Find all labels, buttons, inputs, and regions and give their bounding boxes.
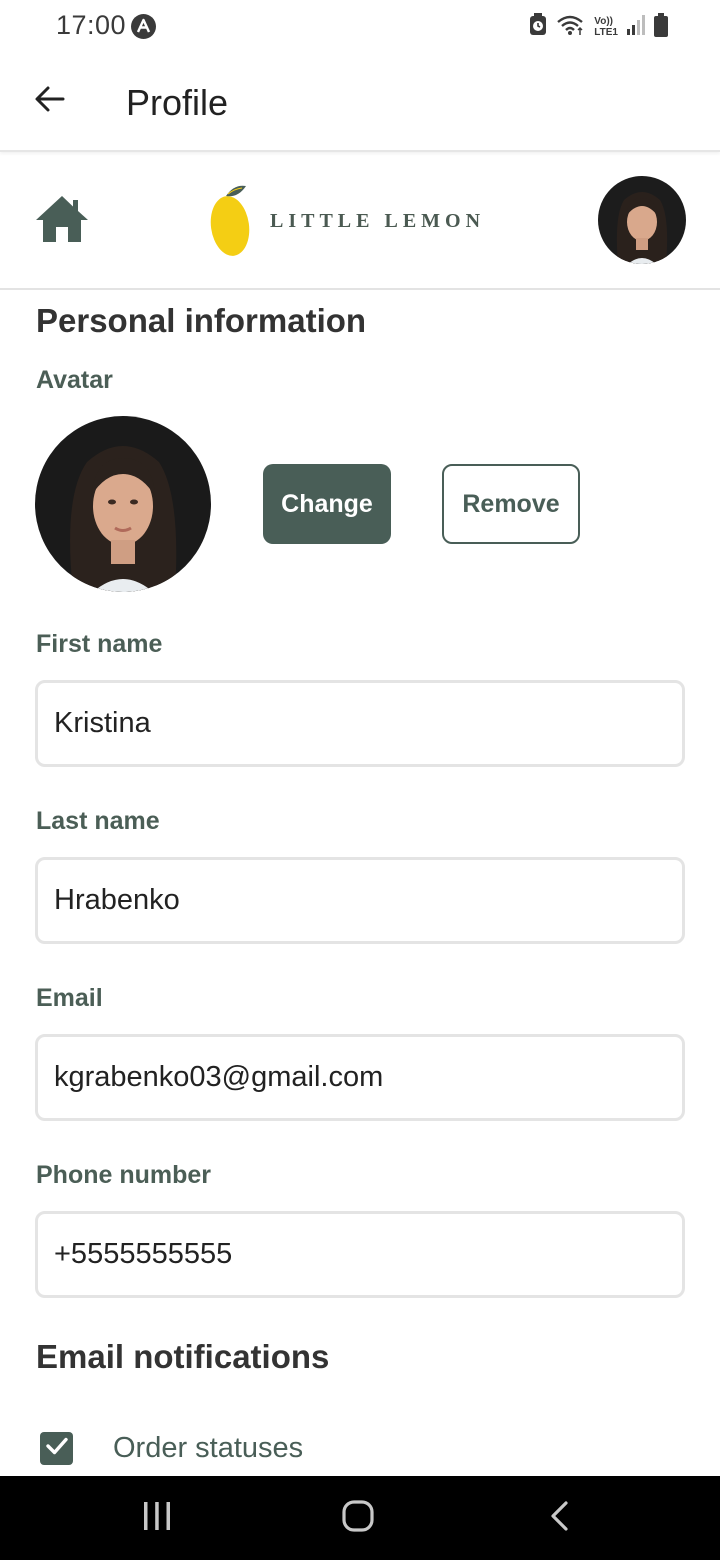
- battery-icon: [654, 12, 668, 42]
- app-bar: Profile: [0, 52, 720, 152]
- order-statuses-label: Order statuses: [113, 1431, 304, 1464]
- first-name-label: First name: [36, 630, 163, 658]
- phone-label: Phone number: [36, 1161, 212, 1189]
- email-field[interactable]: [38, 1037, 682, 1118]
- signal-icon: [626, 14, 646, 41]
- email-field-box: [35, 1034, 685, 1121]
- status-time: 17:00: [56, 10, 127, 40]
- arrow-left-icon: [34, 83, 66, 120]
- logo-text: LITTLE LEMON: [270, 210, 486, 232]
- header: LITTLE LEMON: [0, 154, 720, 290]
- page-title: Profile: [126, 82, 229, 123]
- avatar-label: Avatar: [36, 366, 113, 394]
- wifi-icon: [556, 14, 586, 41]
- order-statuses-checkbox[interactable]: [40, 1431, 73, 1465]
- volte-label: Vo)): [594, 16, 613, 27]
- lemon-icon: [208, 182, 256, 263]
- remove-avatar-button[interactable]: Remove: [442, 464, 580, 544]
- home-icon: [34, 196, 90, 250]
- checkmark-icon: [44, 1433, 70, 1464]
- back-chevron-icon: [548, 1500, 572, 1537]
- avatar: [35, 416, 211, 592]
- phone-field-box: [35, 1211, 685, 1298]
- phone-field[interactable]: [38, 1214, 682, 1295]
- first-name-field-box: [35, 680, 685, 767]
- home-button[interactable]: [34, 194, 90, 246]
- last-name-field-box: [35, 857, 685, 944]
- first-name-field[interactable]: [38, 683, 682, 764]
- last-name-label: Last name: [36, 807, 160, 835]
- status-icons: Vo)) LTE1: [528, 12, 668, 42]
- logo: LITTLE LEMON: [208, 182, 488, 258]
- order-statuses-option[interactable]: Order statuses: [40, 1430, 303, 1466]
- a-notification-icon: [131, 14, 156, 39]
- email-notifications-title: Email notifications: [36, 1338, 330, 1375]
- personal-info-title: Personal information: [36, 302, 367, 339]
- home-nav-button[interactable]: [334, 1496, 382, 1540]
- recents-icon: [142, 1500, 172, 1537]
- last-name-field[interactable]: [38, 860, 682, 941]
- recents-button[interactable]: [133, 1496, 181, 1540]
- system-nav-bar: [0, 1476, 720, 1560]
- change-avatar-button[interactable]: Change: [263, 464, 391, 544]
- lte-label: LTE1: [594, 27, 618, 38]
- back-button[interactable]: [28, 79, 72, 123]
- back-nav-button[interactable]: [536, 1496, 584, 1540]
- email-label: Email: [36, 984, 103, 1012]
- volte-lte-icon: Vo)) LTE1: [594, 16, 618, 38]
- header-avatar[interactable]: [598, 176, 686, 264]
- status-bar: 17:00 Vo)) LTE1: [0, 0, 720, 52]
- home-circle-icon: [341, 1499, 375, 1538]
- alarm-icon: [528, 12, 548, 42]
